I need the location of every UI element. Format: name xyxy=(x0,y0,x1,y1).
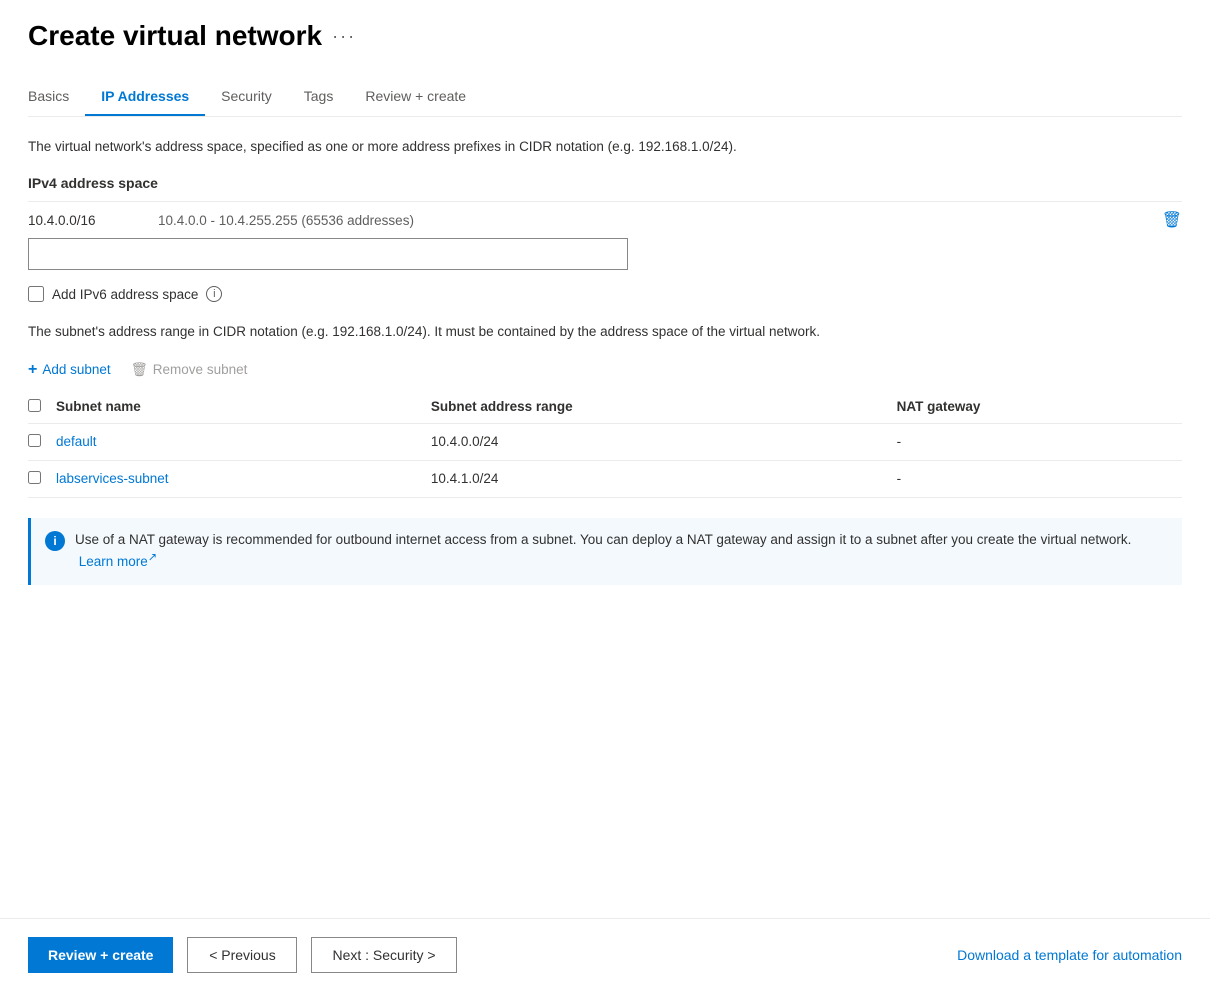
subnet-table: Subnet name Subnet address range NAT gat… xyxy=(28,391,1182,498)
table-row: default 10.4.0.0/24 - xyxy=(28,423,1182,460)
ipv4-cidr: 10.4.0.0/16 xyxy=(28,213,128,228)
subnet-actions: + Add subnet 🗑 Remove subnet xyxy=(28,361,1182,379)
trash-subnet-icon: 🗑 xyxy=(131,362,148,378)
row-checkbox-cell xyxy=(28,423,56,460)
subnet-name-link[interactable]: labservices-subnet xyxy=(56,471,169,486)
row-checkbox-cell xyxy=(28,460,56,497)
remove-subnet-label: Remove subnet xyxy=(153,362,248,377)
table-row: labservices-subnet 10.4.1.0/24 - xyxy=(28,460,1182,497)
subnet-row-checkbox[interactable] xyxy=(28,471,41,484)
ipv6-info-icon: i xyxy=(206,286,222,302)
tab-review-create[interactable]: Review + create xyxy=(349,80,482,116)
plus-icon: + xyxy=(28,361,37,379)
th-subnet-name: Subnet name xyxy=(56,391,431,424)
nat-info-message: Use of a NAT gateway is recommended for … xyxy=(75,532,1131,547)
page-title: Create virtual network xyxy=(28,20,322,52)
next-security-button[interactable]: Next : Security > xyxy=(311,937,456,973)
ipv6-label[interactable]: Add IPv6 address space xyxy=(52,287,198,302)
ipv6-checkbox[interactable] xyxy=(28,286,44,302)
subnet-name-link[interactable]: default xyxy=(56,434,97,449)
th-nat-gateway: NAT gateway xyxy=(897,391,1182,424)
nat-info-box: i Use of a NAT gateway is recommended fo… xyxy=(28,518,1182,585)
ellipsis-menu-button[interactable]: ··· xyxy=(332,26,356,47)
subnet-range-cell: 10.4.0.0/24 xyxy=(431,423,897,460)
review-create-button[interactable]: Review + create xyxy=(28,937,173,973)
tab-basics[interactable]: Basics xyxy=(28,80,85,116)
remove-subnet-button[interactable]: 🗑 Remove subnet xyxy=(131,362,248,378)
address-entry-row: 10.4.0.0/16 10.4.0.0 - 10.4.255.255 (655… xyxy=(28,201,1182,238)
info-icon: i xyxy=(45,531,65,551)
ipv4-range: 10.4.0.0 - 10.4.255.255 (65536 addresses… xyxy=(158,213,1132,228)
tabs-row: Basics IP Addresses Security Tags Review… xyxy=(28,80,1182,117)
add-subnet-button[interactable]: + Add subnet xyxy=(28,361,111,379)
ipv4-address-input[interactable] xyxy=(28,238,628,270)
nat-info-text: Use of a NAT gateway is recommended for … xyxy=(75,530,1168,573)
footer-bar: Review + create < Previous Next : Securi… xyxy=(0,918,1210,991)
delete-address-icon[interactable]: 🗑 xyxy=(1162,210,1182,230)
subnet-description: The subnet's address range in CIDR notat… xyxy=(28,322,1182,342)
th-subnet-range: Subnet address range xyxy=(431,391,897,424)
tab-ip-addresses[interactable]: IP Addresses xyxy=(85,80,205,116)
select-all-subnets-checkbox[interactable] xyxy=(28,399,41,412)
tab-tags[interactable]: Tags xyxy=(288,80,350,116)
subnet-range-cell: 10.4.1.0/24 xyxy=(431,460,897,497)
subnet-name-cell: default xyxy=(56,423,431,460)
tab-security[interactable]: Security xyxy=(205,80,288,116)
download-template-link[interactable]: Download a template for automation xyxy=(957,947,1182,963)
th-checkbox xyxy=(28,391,56,424)
previous-button[interactable]: < Previous xyxy=(187,937,297,973)
subnet-row-checkbox[interactable] xyxy=(28,434,41,447)
ipv6-checkbox-row: Add IPv6 address space i xyxy=(28,286,1182,302)
add-subnet-label: Add subnet xyxy=(42,362,110,377)
external-link-icon: ↗ xyxy=(148,552,157,564)
subnet-name-cell: labservices-subnet xyxy=(56,460,431,497)
section-description: The virtual network's address space, spe… xyxy=(28,137,1182,157)
ipv4-label: IPv4 address space xyxy=(28,175,1182,191)
subnet-nat-cell: - xyxy=(897,460,1182,497)
subnet-nat-cell: - xyxy=(897,423,1182,460)
learn-more-link[interactable]: Learn more↗ xyxy=(79,554,157,569)
